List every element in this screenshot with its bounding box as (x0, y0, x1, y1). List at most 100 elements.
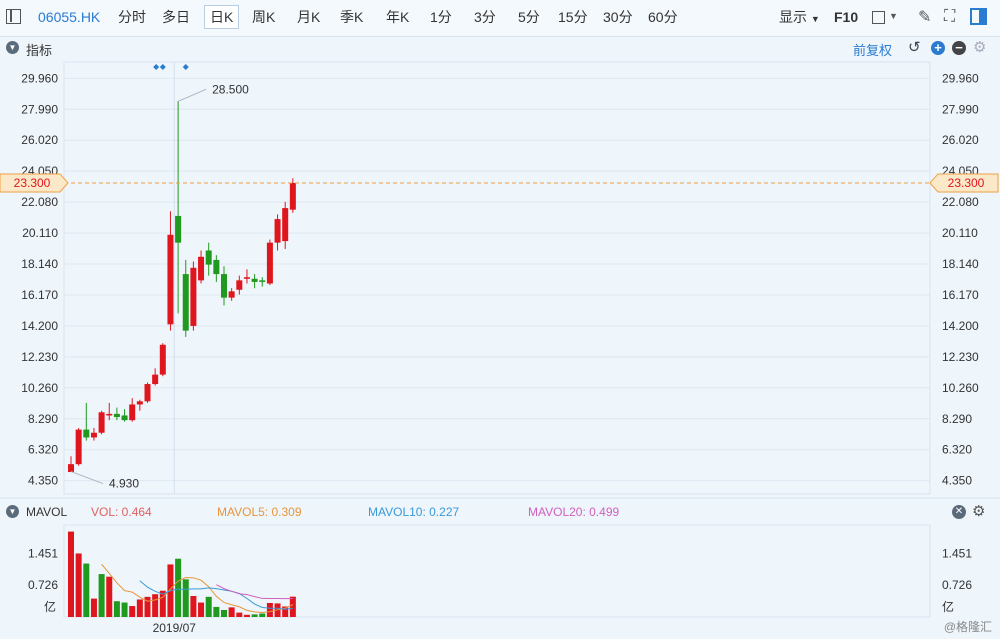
volume-bar (213, 606, 220, 617)
high-label: 28.500 (212, 82, 249, 96)
volume-bar (228, 607, 235, 617)
volume-bar (289, 596, 296, 617)
candle-body (282, 208, 289, 242)
kline-chart[interactable]: 29.960 29.96027.990 27.99026.020 26.02024.0… (0, 0, 1000, 639)
candle-body (236, 280, 243, 290)
vol-settings-icon[interactable]: ⚙ (972, 502, 985, 520)
candle-body (182, 274, 189, 331)
y-tick-right: 16.170 (942, 288, 979, 302)
y-tick-left: 16.170 (21, 288, 58, 302)
y-tick-right: 29.960 (942, 71, 979, 85)
candle-body (121, 415, 128, 421)
watermark: @格隆汇 (943, 620, 992, 634)
volume-bar (175, 558, 182, 617)
y-tick-right: 18.140 (942, 257, 979, 271)
close-icon[interactable]: ✕ (952, 505, 966, 519)
volume-bar (236, 612, 243, 617)
candle-body (259, 280, 266, 282)
y-tick-left: 8.290 (28, 412, 58, 426)
y-tick-right: 12.230 (942, 350, 979, 364)
volume-bar (113, 601, 120, 617)
low-label: 4.930 (109, 477, 139, 491)
y-tick-left: 20.110 (22, 226, 58, 240)
candle-body (289, 182, 296, 210)
vol-y-tick-left: 0.726 (28, 578, 58, 592)
volume-bar (129, 606, 136, 617)
volume-bar (152, 594, 159, 617)
mavol5-value: MAVOL5: 0.309 (217, 505, 302, 519)
candle-body (98, 412, 105, 433)
candle-body (190, 267, 197, 326)
y-tick-left: 18.140 (21, 257, 58, 271)
y-tick-left: 6.320 (28, 443, 58, 457)
vol-collapse-icon[interactable]: ▼ (6, 505, 19, 518)
candle-body (106, 413, 113, 416)
vol-unit-left: 亿 (44, 599, 56, 614)
volume-bar (75, 553, 82, 617)
candle-body (144, 384, 151, 402)
volume-bar (266, 602, 273, 617)
candle-body (152, 374, 159, 385)
mavol20-value: MAVOL20: 0.499 (528, 505, 620, 519)
y-tick-left: 29.960 (21, 71, 58, 85)
volume-bar (198, 602, 205, 617)
y-tick-left: 27.990 (21, 102, 58, 116)
price-tag-right-text: 23.300 (948, 176, 985, 190)
y-tick-right: 6.320 (942, 443, 972, 457)
volume-bar (121, 602, 128, 617)
mavol10-value: MAVOL10: 0.227 (368, 505, 460, 519)
y-tick-right: 14.200 (942, 319, 979, 333)
y-tick-left: 26.020 (21, 133, 58, 147)
volume-bar (243, 614, 250, 617)
volume-bar (221, 609, 227, 617)
volume-bar (90, 598, 97, 617)
vol-y-tick-right: 0.726 (942, 578, 972, 592)
y-tick-left: 10.260 (21, 381, 58, 395)
vol-y-tick-right: 1.451 (942, 546, 972, 560)
price-tag-left-text: 23.300 (14, 176, 51, 190)
candle-body (83, 429, 90, 438)
vol-indicator-label[interactable]: MAVOL (26, 503, 67, 521)
x-axis-label: 2019/07 (153, 621, 197, 635)
volume-bar (259, 613, 266, 617)
candle-body (213, 259, 220, 275)
candle-body (266, 242, 273, 284)
y-tick-right: 20.110 (942, 226, 978, 240)
volume-bar (190, 595, 197, 617)
y-tick-left: 14.200 (21, 319, 58, 333)
y-tick-right: 22.080 (942, 195, 979, 209)
y-tick-right: 10.260 (942, 381, 979, 395)
candle-body (221, 274, 227, 298)
candle-body (113, 413, 120, 418)
y-tick-right: 26.020 (942, 133, 979, 147)
vol-y-tick-left: 1.451 (28, 546, 58, 560)
candle-body (75, 429, 82, 465)
candle-body (205, 250, 212, 265)
candle-body (243, 277, 250, 279)
candle-body (68, 464, 74, 473)
volume-bar (251, 614, 258, 617)
y-tick-left: 12.230 (21, 350, 58, 364)
vol-unit-right: 亿 (942, 599, 954, 614)
y-tick-right: 27.990 (942, 102, 979, 116)
candle-body (129, 404, 136, 421)
vol-value: VOL: 0.464 (91, 505, 152, 519)
volume-bar (205, 596, 212, 617)
candle-body (228, 291, 235, 298)
candle-body (136, 401, 143, 405)
candle-body (159, 344, 166, 375)
y-tick-left: 22.080 (21, 195, 58, 209)
y-tick-right: 8.290 (942, 412, 972, 426)
candle-body (175, 215, 182, 243)
volume-bar (68, 531, 74, 617)
volume-bar (83, 563, 90, 617)
volume-bar (182, 579, 189, 617)
candle-body (90, 432, 97, 438)
volume-bar (136, 599, 143, 617)
volume-bar (98, 574, 105, 617)
candle-body (167, 234, 174, 325)
candle-body (274, 219, 281, 243)
volume-bar (106, 576, 113, 617)
y-tick-left: 4.350 (28, 474, 58, 488)
candle-body (251, 278, 258, 282)
